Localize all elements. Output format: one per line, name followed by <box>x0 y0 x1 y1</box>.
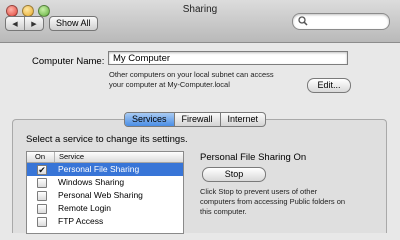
service-checkbox[interactable] <box>37 217 47 227</box>
window-titlebar: Sharing ◀ ▶ Show All <box>0 0 400 43</box>
edit-button[interactable]: Edit... <box>307 78 351 93</box>
service-row[interactable]: ✔ Personal File Sharing <box>27 163 183 176</box>
help-line: this computer. <box>200 207 247 216</box>
show-all-button[interactable]: Show All <box>49 16 98 31</box>
service-row[interactable]: Personal Web Sharing <box>27 189 183 202</box>
service-help-text: Click Stop to prevent users of other com… <box>200 187 380 217</box>
service-row[interactable]: Windows Sharing <box>27 176 183 189</box>
tab-firewall[interactable]: Firewall <box>173 113 220 126</box>
service-checkbox[interactable] <box>37 204 47 214</box>
services-list[interactable]: On Service ✔ Personal File Sharing Windows… <box>26 151 184 234</box>
service-name: Windows Sharing <box>58 177 125 187</box>
forward-arrow-icon: ▶ <box>31 20 37 28</box>
help-line: Click Stop to prevent users of other <box>200 187 318 196</box>
stop-button[interactable]: Stop <box>202 167 266 182</box>
back-forward-control: ◀ ▶ <box>5 16 44 31</box>
search-icon <box>298 16 308 28</box>
search-field[interactable] <box>292 13 390 30</box>
service-name: Personal File Sharing <box>58 164 140 174</box>
computer-address-note: Other computers on your local subnet can… <box>109 70 309 90</box>
service-checkbox[interactable] <box>37 191 47 201</box>
column-header-on[interactable]: On <box>35 152 45 162</box>
service-checkbox[interactable]: ✔ <box>37 165 47 175</box>
list-header: On Service <box>27 152 183 163</box>
help-line: computers from accessing Public folders … <box>200 197 346 206</box>
computer-name-input[interactable]: My Computer <box>108 51 348 65</box>
service-row[interactable]: FTP Access <box>27 215 183 228</box>
tab-services[interactable]: Services <box>125 113 174 126</box>
note-line: your computer at My-Computer.local <box>109 80 230 89</box>
back-arrow-icon: ◀ <box>12 20 18 28</box>
service-name: Remote Login <box>58 203 111 213</box>
service-name: Personal Web Sharing <box>58 190 143 200</box>
back-button[interactable]: ◀ <box>6 17 24 30</box>
tab-internet[interactable]: Internet <box>219 113 266 126</box>
computer-name-label: Computer Name: <box>32 56 105 67</box>
column-divider <box>54 152 55 162</box>
checkmark-icon: ✔ <box>38 165 46 175</box>
forward-button[interactable]: ▶ <box>24 17 43 30</box>
service-row[interactable]: Remote Login <box>27 202 183 215</box>
service-status: Personal File Sharing On <box>200 152 307 163</box>
note-line: Other computers on your local subnet can… <box>109 70 274 79</box>
column-header-service[interactable]: Service <box>59 152 84 162</box>
service-name: FTP Access <box>58 216 104 226</box>
tab-bar: Services Firewall Internet <box>124 112 267 127</box>
services-caption: Select a service to change its settings. <box>26 134 188 145</box>
service-checkbox[interactable] <box>37 178 47 188</box>
